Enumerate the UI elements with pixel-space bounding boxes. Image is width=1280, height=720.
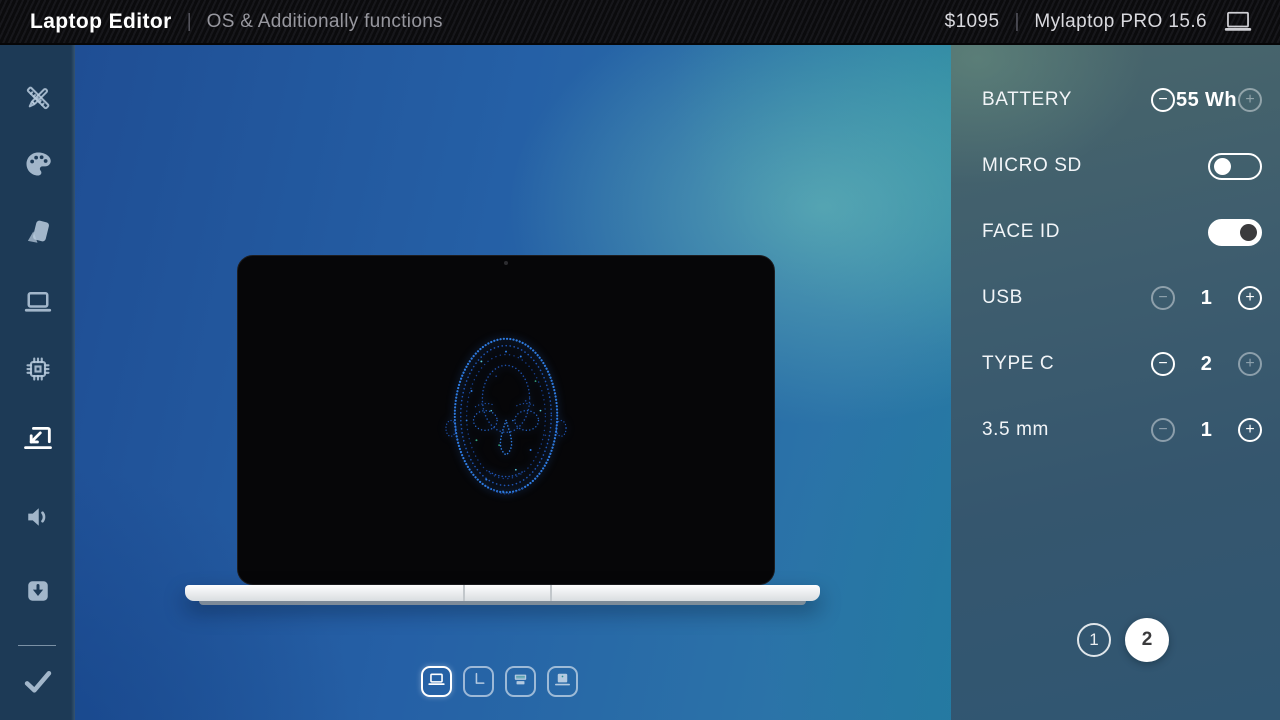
section-title: OS & Additionally functions [207,11,443,33]
setting-row: FACE ID [951,199,1280,265]
laptop-icon [1222,10,1254,33]
setting-row: TYPE C−2+ [951,331,1280,397]
design-tools-icon [23,83,53,118]
laptop-editor-app: Laptop Editor | OS & Additionally functi… [0,0,1280,720]
view-button-laptop-side[interactable] [463,666,494,697]
top-bar: Laptop Editor | OS & Additionally functi… [0,0,1280,45]
laptop-base [185,585,820,601]
increase-button[interactable]: + [1238,88,1262,112]
model-name: Mylaptop PRO 15.6 [1034,11,1207,33]
settings-panel: BATTERY−55 Wh+MICRO SDFACE IDUSB−1+TYPE … [951,45,1280,720]
keyboard-icon [511,670,530,694]
setting-label: BATTERY [982,89,1151,111]
stepper: −1+ [1151,418,1262,442]
stepper-value: 1 [1175,419,1238,442]
face-id-toggle[interactable] [1208,219,1262,246]
setting-row: USB−1+ [951,265,1280,331]
page-1-dot[interactable]: 1 [1077,623,1111,657]
top-bar-divider: | [1014,11,1019,33]
cpu-icon [23,354,53,389]
stepper-value: 2 [1175,353,1238,376]
settings-rows: BATTERY−55 Wh+MICRO SDFACE IDUSB−1+TYPE … [951,67,1280,463]
setting-label: 3.5 mm [982,419,1151,441]
stepper: −2+ [1151,352,1262,376]
stickers-icon [23,217,53,252]
setting-label: TYPE C [982,353,1151,375]
screencast-icon [21,421,55,460]
speaker-icon [23,502,53,537]
increase-button[interactable]: + [1238,286,1262,310]
sidebar-item-design-tools[interactable] [0,83,75,117]
micro-sd-toggle[interactable] [1208,153,1262,180]
sidebar-item-sound[interactable] [0,502,75,536]
stepper: −1+ [1151,286,1262,310]
decrease-button[interactable]: − [1151,352,1175,376]
stepper-value: 1 [1175,287,1238,310]
laptop-side-icon [469,670,488,694]
setting-row: 3.5 mm−1+ [951,397,1280,463]
toggle-knob [1214,158,1231,175]
top-bar-left: Laptop Editor | OS & Additionally functi… [30,10,443,34]
setting-label: MICRO SD [982,155,1208,177]
laptop-screen [237,255,775,585]
laptop-closed-icon [553,670,572,694]
price-label: $1095 [945,11,1000,33]
checkmark-icon [22,665,54,702]
sidebar-item-stickers[interactable] [0,217,75,251]
view-button-laptop-closed[interactable] [547,666,578,697]
face-id-particle-face-icon [442,322,570,519]
stepper: −55 Wh+ [1151,88,1262,112]
app-logo: Laptop Editor [30,10,172,34]
decrease-button[interactable]: − [1151,286,1175,310]
top-bar-divider: | [187,11,192,33]
sidebar-item-colors[interactable] [0,149,75,183]
laptop-icon [23,287,53,322]
increase-button[interactable]: + [1238,418,1262,442]
setting-row: MICRO SD [951,133,1280,199]
laptop-base-shadow [199,601,806,605]
view-switcher [421,666,578,697]
view-button-keyboard[interactable] [505,666,536,697]
top-bar-right: $1095 | Mylaptop PRO 15.6 [945,10,1254,33]
sidebar [0,45,75,720]
sidebar-item-laptop-model[interactable] [0,287,75,321]
palette-icon [23,149,53,184]
view-button-laptop-front[interactable] [421,666,452,697]
download-icon [23,576,53,611]
sidebar-item-screen-functions[interactable] [0,423,75,457]
decrease-button[interactable]: − [1151,418,1175,442]
setting-row: BATTERY−55 Wh+ [951,67,1280,133]
decrease-button[interactable]: − [1151,88,1175,112]
page-2-dot[interactable]: 2 [1125,618,1169,662]
setting-label: FACE ID [982,221,1208,243]
sidebar-item-confirm[interactable] [0,666,75,700]
sidebar-item-save-download[interactable] [0,576,75,610]
laptop-mockup [185,255,820,607]
increase-button[interactable]: + [1238,352,1262,376]
setting-label: USB [982,287,1151,309]
laptop-front-icon [427,670,446,694]
stepper-value: 55 Wh [1175,89,1238,112]
toggle-knob [1240,224,1257,241]
sidebar-item-hardware[interactable] [0,354,75,388]
sidebar-divider [18,645,56,646]
webcam-dot [504,261,508,265]
